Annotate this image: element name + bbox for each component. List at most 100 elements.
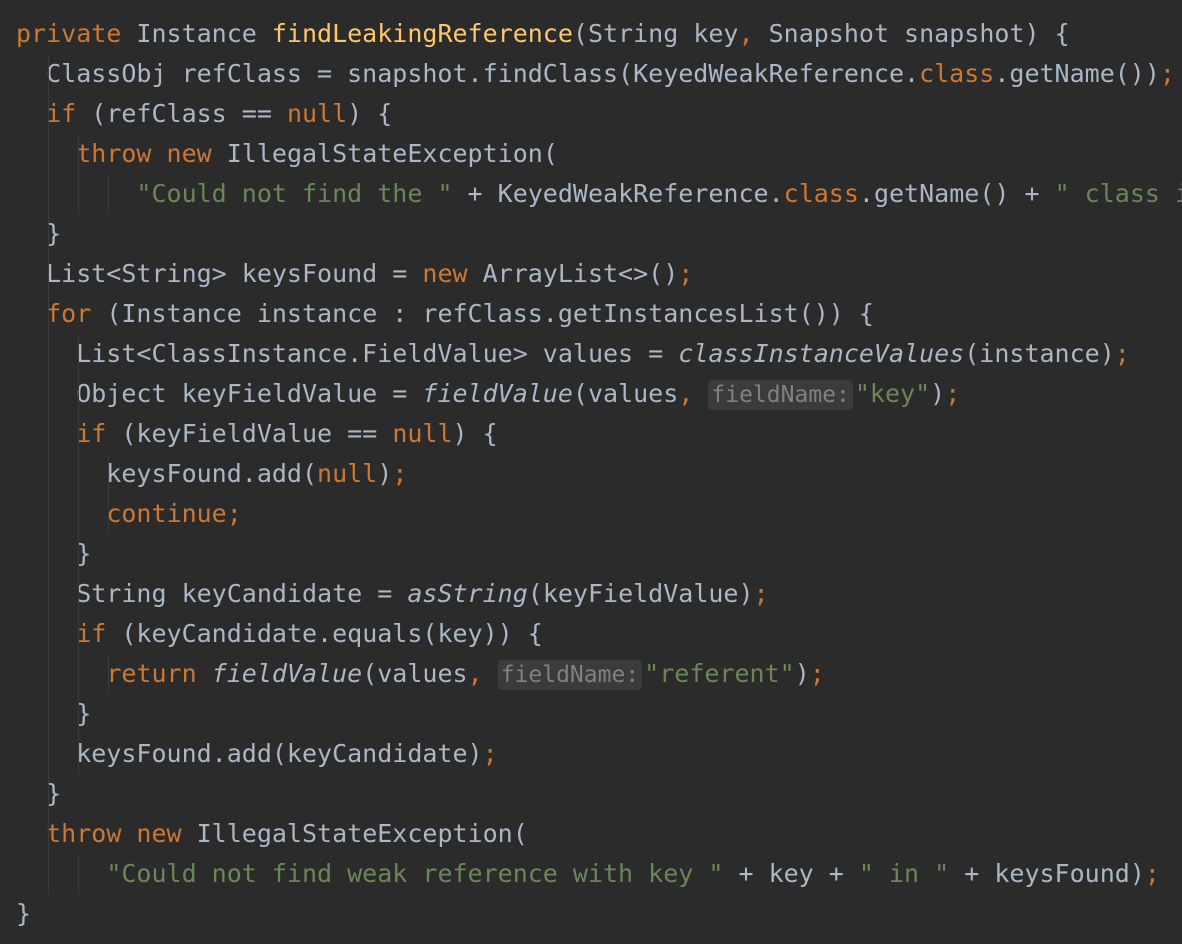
keyword-token: throw new [46,819,182,848]
code-line[interactable]: ClassObj refClass = snapshot.findClass(K… [16,54,1182,94]
indent-guide [48,534,49,574]
punctuation-token: ; [1114,339,1130,368]
code-line[interactable]: Object keyFieldValue = fieldValue(values… [16,374,1182,414]
code-editor[interactable]: private Instance findLeakingReference(St… [0,0,1182,944]
indent-guide [48,414,49,454]
code-text-token: + key + [723,859,859,888]
code-line[interactable]: return fieldValue(values, fieldName: "ref… [16,654,1182,694]
punctuation-token: , [678,379,694,408]
punctuation-token: , [467,659,483,688]
punctuation-token: ; [482,739,498,768]
code-text-token: IllegalStateException( [181,819,528,848]
indent-guide [48,574,49,614]
code-text-token: Instance [121,19,272,48]
code-line[interactable]: throw new IllegalStateException( [16,134,1182,174]
code-text-token: Snapshot snapshot) { [753,19,1070,48]
indent-guide [78,374,79,414]
indent-guide [48,174,49,214]
code-text-token: } [16,539,92,568]
indent-guide [78,694,79,734]
code-line[interactable]: List<ClassInstance.FieldValue> values = … [16,334,1182,374]
code-line[interactable]: if (keyCandidate.equals(key)) { [16,614,1182,654]
keyword-token: if [76,419,107,448]
code-line[interactable]: continue; [16,494,1182,534]
string-literal-token: "Could not find the " [136,179,453,208]
code-line[interactable]: } [16,214,1182,254]
indent-guide [48,654,49,694]
code-text-token: (values [362,659,468,688]
static-call-token: asString [407,579,528,608]
punctuation-token: ; [945,379,961,408]
code-text-token: ) [794,659,810,688]
indent-guide [78,414,79,454]
indent-guide [78,574,79,614]
code-text-token: ArrayList<>() [467,259,679,288]
keyword-token: null [317,459,378,488]
indent-guide [48,614,49,654]
punctuation-token: ; [226,499,242,528]
code-text-token: .getName() + [858,179,1055,208]
indent-guide [108,174,109,214]
string-literal-token: " in " [858,859,950,888]
code-text-token: ) [377,459,393,488]
code-line[interactable]: private Instance findLeakingReference(St… [16,14,1182,54]
code-line[interactable]: "Could not find the " + KeyedWeakReferen… [16,174,1182,214]
code-line[interactable]: "Could not find weak reference with key … [16,854,1182,894]
code-line[interactable]: List<String> keysFound = new ArrayList<>… [16,254,1182,294]
code-text-token: (keyCandidate.equals(key)) { [106,619,543,648]
code-text-token: Object keyFieldValue = [16,379,423,408]
indent-guide [78,654,79,694]
keyword-token: null [286,99,348,128]
parameter-hint: fieldName: [708,380,853,410]
indent-guide [48,774,49,814]
code-text-token: } [16,779,62,808]
string-literal-token: " class in snapshot." [1054,179,1182,208]
indent-guide [108,494,109,534]
indent-guide [78,134,79,174]
code-area[interactable]: private Instance findLeakingReference(St… [16,14,1182,944]
punctuation-token: ; [1159,59,1175,88]
punctuation-token: ; [678,259,694,288]
code-line[interactable]: } [16,894,1182,934]
code-text-token: (keyFieldValue) [527,579,754,608]
code-text-token: (Instance instance : refClass.getInstanc… [91,299,874,328]
code-line[interactable]: throw new IllegalStateException( [16,814,1182,854]
punctuation-token: , [738,19,754,48]
code-line[interactable]: if (keyFieldValue == null) { [16,414,1182,454]
code-line[interactable]: } [16,534,1182,574]
punctuation-token: ; [809,659,825,688]
code-line[interactable]: String keyCandidate = asString(keyFieldV… [16,574,1182,614]
indent-guide [48,854,49,894]
indent-guide [48,54,49,94]
keyword-token: continue [106,499,227,528]
keyword-token: if [46,99,77,128]
code-line[interactable]: keysFound.add(keyCandidate); [16,734,1182,774]
code-line[interactable]: } [16,694,1182,734]
keyword-token: throw new [76,139,212,168]
indent-guide [78,854,79,894]
code-text-token: IllegalStateException( [211,139,558,168]
code-line[interactable]: } [16,774,1182,814]
code-line[interactable]: for (Instance instance : refClass.getIns… [16,294,1182,334]
code-line[interactable]: keysFound.add(null); [16,454,1182,494]
keyword-token: new [422,259,468,288]
indent-guide [78,494,79,534]
code-line[interactable]: if (refClass == null) { [16,94,1182,134]
parameter-hint: fieldName: [497,660,643,690]
code-text-token: } [16,219,62,248]
indent-guide [48,94,49,134]
indent-guide [78,454,79,494]
code-text-token: } [16,899,32,928]
keyword-token: class [783,179,859,208]
code-text-token: + keysFound) [949,859,1145,888]
code-text-token: (String key [572,19,739,48]
